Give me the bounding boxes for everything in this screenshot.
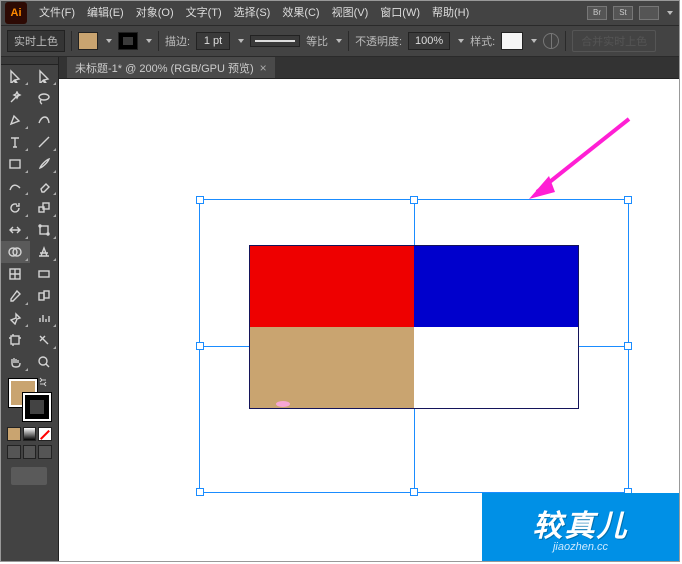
style-label: 样式:: [470, 33, 495, 49]
shape-builder-tool[interactable]: [1, 241, 30, 263]
opacity-label: 不透明度:: [355, 33, 402, 49]
chevron-down-icon[interactable]: [238, 39, 244, 43]
fill-color-swatch[interactable]: [78, 32, 98, 50]
menu-view[interactable]: 视图(V): [326, 1, 375, 25]
rect-tan[interactable]: [250, 327, 414, 408]
menu-edit[interactable]: 编辑(E): [81, 1, 130, 25]
none-color-button[interactable]: [38, 427, 52, 441]
menu-select[interactable]: 选择(S): [228, 1, 277, 25]
chevron-down-icon[interactable]: [336, 39, 342, 43]
stroke-color-swatch[interactable]: [118, 32, 138, 50]
draw-normal-button[interactable]: [7, 445, 21, 459]
artwork-group[interactable]: [249, 245, 579, 409]
shaper-tool[interactable]: [1, 175, 30, 197]
eraser-tool[interactable]: [30, 175, 59, 197]
graphic-style-swatch[interactable]: [501, 32, 523, 50]
cursor-highlight: [276, 401, 290, 407]
zoom-tool[interactable]: [30, 351, 59, 373]
stroke-weight-input[interactable]: 1 pt: [196, 32, 230, 50]
rotate-tool[interactable]: [1, 197, 30, 219]
magic-wand-tool[interactable]: [1, 87, 30, 109]
stroke-swatch[interactable]: [23, 393, 51, 421]
chevron-down-icon[interactable]: [106, 39, 112, 43]
stroke-weight-label: 描边:: [165, 33, 190, 49]
recolor-artwork-button[interactable]: [543, 33, 559, 49]
rectangle-tool[interactable]: [1, 153, 30, 175]
hand-tool[interactable]: [1, 351, 30, 373]
arrange-documents-button[interactable]: [639, 6, 659, 20]
type-tool[interactable]: [1, 131, 30, 153]
symbol-sprayer-tool[interactable]: [1, 307, 30, 329]
direct-selection-tool[interactable]: [30, 65, 59, 87]
line-segment-tool[interactable]: [30, 131, 59, 153]
scale-tool[interactable]: [30, 197, 59, 219]
stock-button[interactable]: St: [613, 6, 633, 20]
control-bar: 实时上色 描边: 1 pt 等比 不透明度: 100% 样式: 合并实时上色: [1, 25, 679, 57]
resize-handle-w[interactable]: [196, 342, 204, 350]
rect-blue[interactable]: [414, 246, 578, 327]
opacity-input[interactable]: 100%: [408, 32, 450, 50]
resize-handle-s[interactable]: [410, 488, 418, 496]
watermark-sub: jiaozhen.cc: [553, 541, 608, 553]
document-tab-title: 未标题-1* @ 200% (RGB/GPU 预览): [75, 60, 254, 76]
chevron-down-icon[interactable]: [531, 39, 537, 43]
artboard-tool[interactable]: [1, 329, 30, 351]
resize-handle-n[interactable]: [410, 196, 418, 204]
object-mode-label: 实时上色: [7, 30, 65, 52]
paintbrush-tool[interactable]: [30, 153, 59, 175]
fill-stroke-control[interactable]: [7, 377, 52, 421]
selection-tool[interactable]: [1, 65, 30, 87]
app-logo: Ai: [5, 2, 27, 24]
toolbox: [1, 57, 59, 561]
solid-color-button[interactable]: [7, 427, 21, 441]
canvas[interactable]: 较真儿 jiaozhen.cc: [59, 79, 679, 561]
perspective-grid-tool[interactable]: [30, 241, 59, 263]
draw-mode-row: [1, 443, 58, 461]
menu-object[interactable]: 对象(O): [130, 1, 180, 25]
free-transform-tool[interactable]: [30, 219, 59, 241]
slice-tool[interactable]: [30, 329, 59, 351]
draw-inside-button[interactable]: [38, 445, 52, 459]
stroke-profile-label: 等比: [306, 33, 328, 49]
resize-handle-e[interactable]: [624, 342, 632, 350]
menu-help[interactable]: 帮助(H): [426, 1, 475, 25]
swap-fill-stroke-icon[interactable]: [38, 377, 48, 387]
lasso-tool[interactable]: [30, 87, 59, 109]
rect-red[interactable]: [250, 246, 414, 327]
draw-behind-button[interactable]: [23, 445, 37, 459]
rect-white[interactable]: [414, 327, 578, 408]
eyedropper-tool[interactable]: [1, 285, 30, 307]
chevron-down-icon[interactable]: [458, 39, 464, 43]
menu-effect[interactable]: 效果(C): [276, 1, 325, 25]
screen-mode-button[interactable]: [11, 467, 47, 485]
close-tab-button[interactable]: ×: [260, 61, 267, 75]
color-mode-row: [1, 425, 58, 443]
merge-live-paint-button[interactable]: 合并实时上色: [572, 30, 656, 52]
watermark: 较真儿 jiaozhen.cc: [482, 493, 679, 561]
blend-tool[interactable]: [30, 285, 59, 307]
document-tab-strip: 未标题-1* @ 200% (RGB/GPU 预览) ×: [59, 57, 679, 79]
curvature-tool[interactable]: [30, 109, 59, 131]
menu-type[interactable]: 文字(T): [180, 1, 228, 25]
column-graph-tool[interactable]: [30, 307, 59, 329]
chevron-down-icon[interactable]: [146, 39, 152, 43]
toolbox-grip[interactable]: [1, 57, 58, 65]
document-tab[interactable]: 未标题-1* @ 200% (RGB/GPU 预览) ×: [67, 57, 275, 78]
menu-file[interactable]: 文件(F): [33, 1, 81, 25]
mesh-tool[interactable]: [1, 263, 30, 285]
menu-bar: Ai 文件(F) 编辑(E) 对象(O) 文字(T) 选择(S) 效果(C) 视…: [1, 1, 679, 25]
pen-tool[interactable]: [1, 109, 30, 131]
width-tool[interactable]: [1, 219, 30, 241]
stroke-profile-button[interactable]: [250, 35, 300, 47]
gradient-tool[interactable]: [30, 263, 59, 285]
annotation-arrow-icon: [519, 114, 639, 204]
menu-window[interactable]: 窗口(W): [374, 1, 426, 25]
chevron-down-icon: [667, 11, 673, 15]
resize-handle-sw[interactable]: [196, 488, 204, 496]
watermark-title: 较真儿: [533, 501, 629, 545]
resize-handle-nw[interactable]: [196, 196, 204, 204]
gradient-color-button[interactable]: [23, 427, 37, 441]
bridge-button[interactable]: Br: [587, 6, 607, 20]
